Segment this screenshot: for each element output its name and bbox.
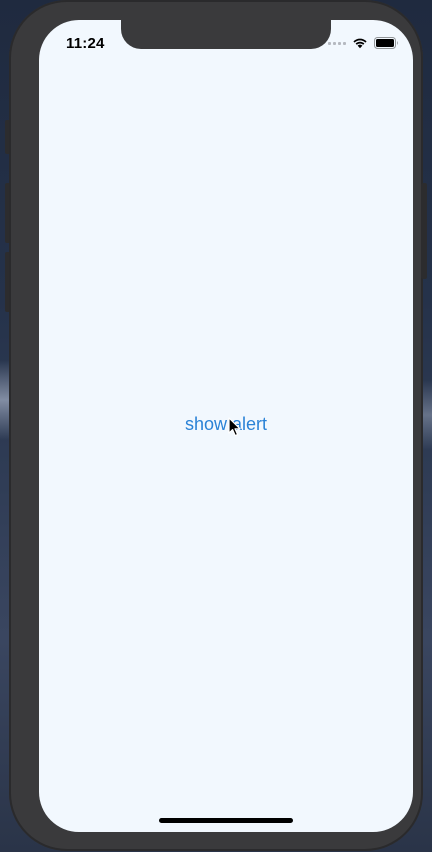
home-indicator[interactable]	[159, 818, 293, 823]
simulator-screen: 11:24 show alert	[39, 20, 413, 832]
status-time: 11:24	[66, 35, 105, 52]
device-frame: 11:24 show alert	[9, 0, 423, 851]
battery-icon	[374, 37, 399, 49]
wifi-icon	[352, 37, 368, 49]
mouse-cursor-icon	[228, 417, 242, 437]
status-icons	[328, 37, 399, 49]
power-button	[421, 183, 427, 279]
cellular-signal-icon	[328, 41, 346, 45]
device-notch	[121, 20, 331, 49]
show-alert-button[interactable]: show alert	[39, 414, 413, 435]
